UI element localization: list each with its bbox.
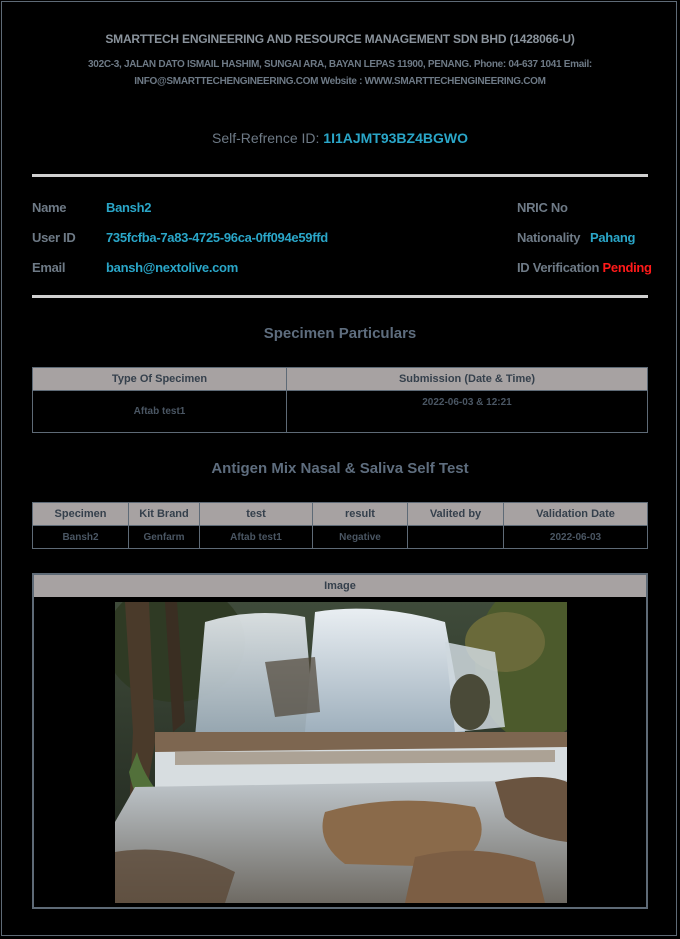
nationality-value: Pahang (590, 230, 636, 245)
name-label: Name (32, 200, 67, 215)
divider-bottom (32, 295, 648, 298)
specimen-header-row: Type Of Specimen Submission (Date & Time… (32, 367, 648, 391)
specimen-type-cell: Aftab test1 (32, 390, 287, 433)
specimen-col-type: Type Of Specimen (32, 367, 287, 391)
antigen-col-result: result (312, 502, 408, 526)
image-header: Image (34, 575, 646, 597)
name-value: Bansh2 (106, 200, 152, 215)
email-value: bansh@nextolive.com (106, 260, 238, 275)
antigen-header-row: Specimen Kit Brand test result Valited b… (32, 502, 648, 526)
specimen-title: Specimen Particulars (263, 325, 417, 342)
waterfall-photo (115, 602, 567, 903)
antigen-col-validation-date: Validation Date (503, 502, 648, 526)
antigen-validation-date-cell: 2022-06-03 (503, 525, 648, 549)
antigen-specimen-cell: Bansh2 (32, 525, 129, 549)
table-row: Aftab test1 2022-06-03 & 12:21 (32, 390, 648, 433)
antigen-col-test: test (199, 502, 313, 526)
divider-top (32, 174, 648, 177)
company-name: SMARTTECH ENGINEERING AND RESOURCE MANAG… (105, 32, 575, 46)
self-reference: Self-Refrence ID: 1I1AJMT93BZ4BGWO (0, 130, 680, 146)
antigen-result-cell: Negative (312, 525, 408, 549)
address-line-1: 302C-3, JALAN DATO ISMAIL HASHIM, SUNGAI… (88, 59, 592, 70)
specimen-submission-cell: 2022-06-03 & 12:21 (286, 390, 648, 433)
reference-label: Self-Refrence ID: (212, 130, 320, 146)
address-line-2: INFO@SMARTTECHENGINEERING.COM Website : … (134, 76, 546, 87)
id-verification-status: Pending (602, 260, 652, 275)
antigen-table: Specimen Kit Brand test result Valited b… (32, 502, 648, 549)
antigen-col-specimen: Specimen (32, 502, 129, 526)
id-verification-label: ID Verification (517, 260, 600, 275)
email-label: Email (32, 260, 66, 275)
reference-id: 1I1AJMT93BZ4BGWO (323, 130, 468, 146)
id-verification: ID Verification Pending (517, 260, 652, 275)
antigen-title: Antigen Mix Nasal & Saliva Self Test (211, 460, 469, 477)
antigen-valited-by-cell (407, 525, 504, 549)
specimen-col-submission: Submission (Date & Time) (286, 367, 648, 391)
antigen-kit-brand-cell: Genfarm (128, 525, 200, 549)
company-address: 302C-3, JALAN DATO ISMAIL HASHIM, SUNGAI… (40, 56, 640, 90)
userid-label: User ID (32, 230, 76, 245)
antigen-col-valited-by: Valited by (407, 502, 504, 526)
nationality-label: Nationality (517, 230, 581, 245)
image-panel: Image (32, 573, 648, 909)
specimen-table: Type Of Specimen Submission (Date & Time… (32, 367, 648, 433)
antigen-col-kit-brand: Kit Brand (128, 502, 200, 526)
nric-label: NRIC No (517, 200, 568, 215)
userid-value: 735fcfba-7a83-4725-96ca-0ff094e59ffd (106, 230, 328, 245)
table-row: Bansh2 Genfarm Aftab test1 Negative 2022… (32, 525, 648, 549)
antigen-test-cell: Aftab test1 (199, 525, 313, 549)
